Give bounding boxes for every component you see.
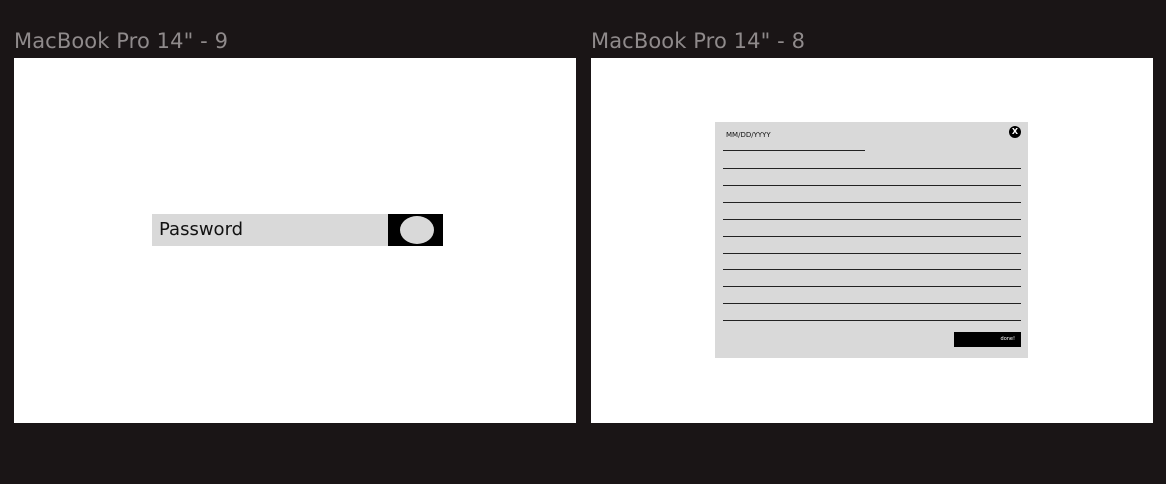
- entry-line[interactable]: [723, 269, 1021, 270]
- password-field[interactable]: Password: [152, 214, 389, 246]
- entry-line[interactable]: [723, 303, 1021, 304]
- entry-line[interactable]: [723, 185, 1021, 186]
- toggle-knob-icon: [400, 216, 434, 244]
- password-toggle-button[interactable]: [388, 214, 443, 246]
- frame-title-macbook-9[interactable]: MacBook Pro 14" - 9: [14, 29, 228, 53]
- artboard-macbook-8[interactable]: MM/DD/YYYY X done!: [591, 58, 1153, 423]
- close-button[interactable]: X: [1009, 126, 1021, 138]
- frame-title-macbook-8[interactable]: MacBook Pro 14" - 8: [591, 29, 805, 53]
- date-placeholder[interactable]: MM/DD/YYYY: [726, 131, 771, 139]
- entry-line[interactable]: [723, 168, 1021, 169]
- artboard-macbook-9[interactable]: Password: [14, 58, 576, 423]
- entry-line[interactable]: [723, 219, 1021, 220]
- entry-line[interactable]: [723, 320, 1021, 321]
- entry-line[interactable]: [723, 286, 1021, 287]
- entry-line[interactable]: [723, 236, 1021, 237]
- entry-line[interactable]: [723, 253, 1021, 254]
- done-button[interactable]: done!: [954, 332, 1021, 347]
- entry-line[interactable]: [723, 202, 1021, 203]
- journal-entry-modal: MM/DD/YYYY X done!: [715, 122, 1028, 358]
- date-underline: [723, 150, 865, 151]
- password-label: Password: [159, 219, 244, 240]
